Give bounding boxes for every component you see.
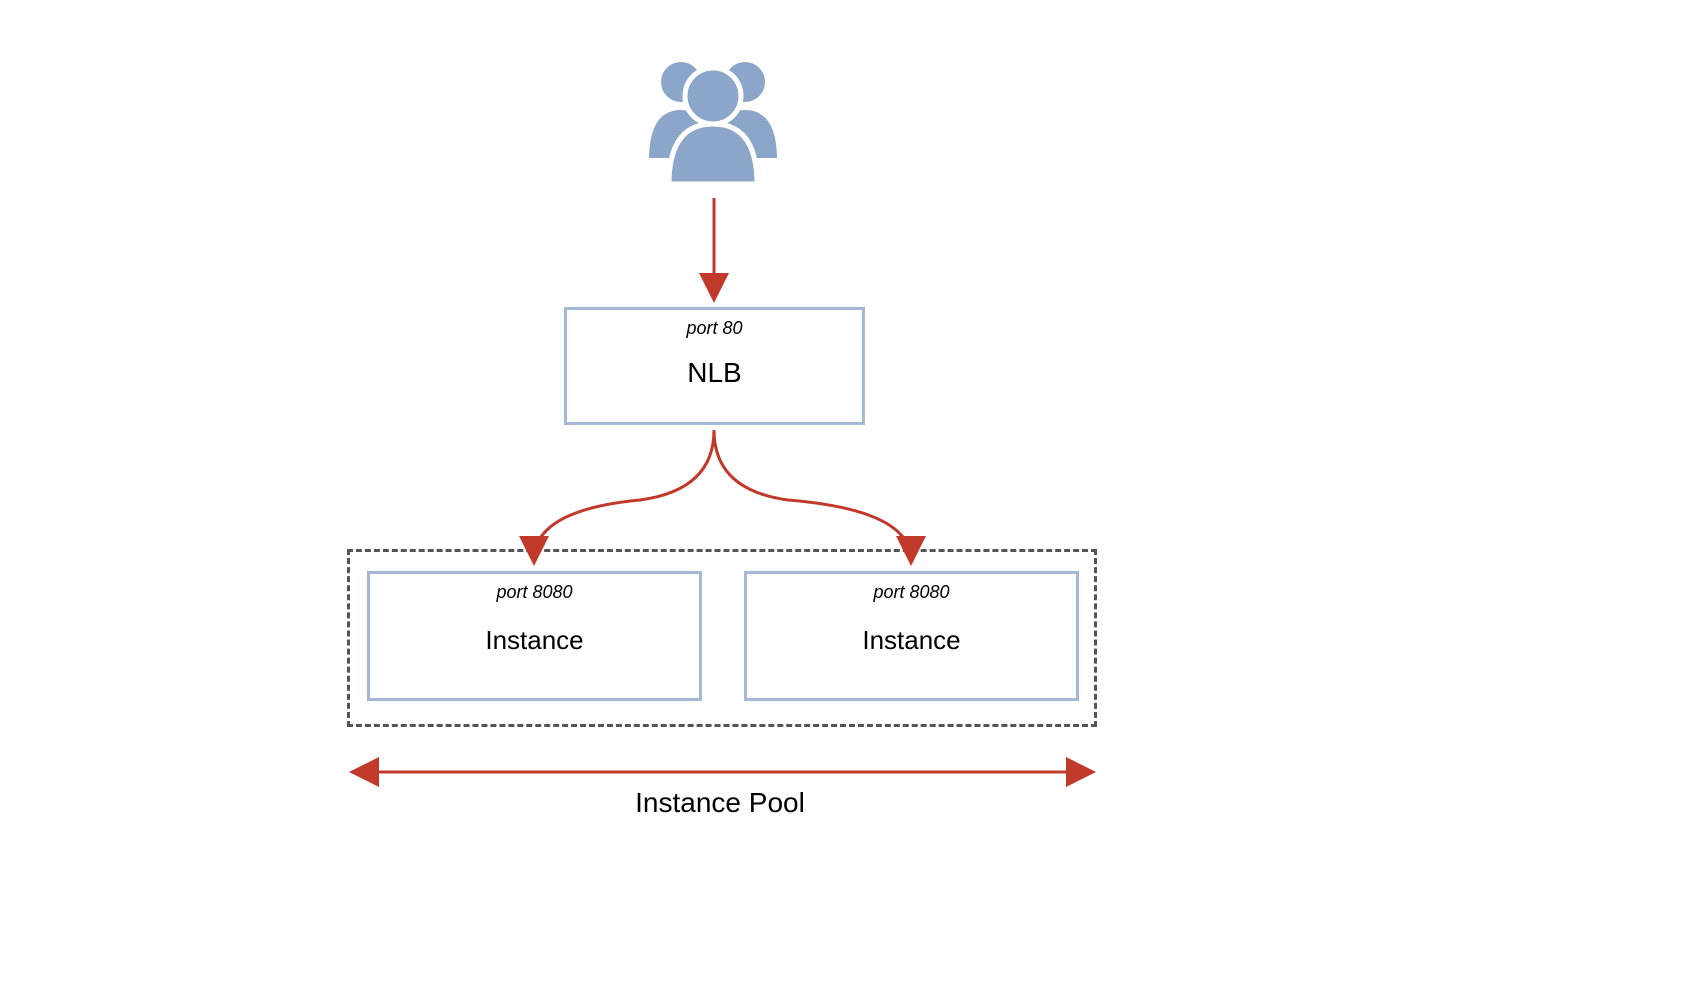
architecture-diagram: port 80 NLB port 8080 Instance port 8080… [0, 0, 1703, 995]
nlb-box: port 80 NLB [564, 307, 865, 425]
arrow-nlb-to-instance-2 [714, 430, 911, 560]
instance-1-port-label: port 8080 [496, 582, 572, 603]
nlb-title: NLB [687, 357, 741, 389]
instance-box-2: port 8080 Instance [744, 571, 1079, 701]
instance-pool-label: Instance Pool [0, 787, 1440, 819]
instance-2-port-label: port 8080 [873, 582, 949, 603]
arrows-overlay [0, 0, 1703, 995]
instance-1-title: Instance [485, 625, 583, 656]
instance-box-1: port 8080 Instance [367, 571, 702, 701]
instance-2-title: Instance [862, 625, 960, 656]
nlb-port-label: port 80 [686, 318, 742, 339]
arrow-nlb-to-instance-1 [534, 430, 714, 560]
users-icon [639, 50, 787, 188]
